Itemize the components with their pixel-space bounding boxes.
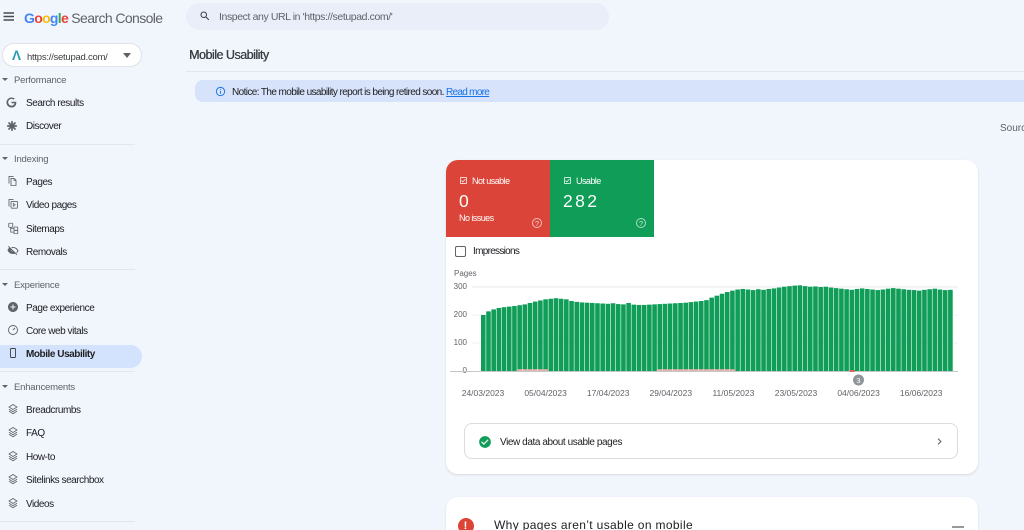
svg-text:24/03/2023: 24/03/2023 [462,388,505,398]
svg-text:3: 3 [856,376,860,385]
svg-text:16/06/2023: 16/06/2023 [900,388,943,398]
svg-text:29/04/2023: 29/04/2023 [650,388,693,398]
svg-text:17/04/2023: 17/04/2023 [587,388,630,398]
svg-text:11/05/2023: 11/05/2023 [712,388,754,398]
svg-text:04/06/2023: 04/06/2023 [837,388,880,398]
svg-text:23/05/2023: 23/05/2023 [775,388,818,398]
svg-text:05/04/2023: 05/04/2023 [524,388,567,398]
